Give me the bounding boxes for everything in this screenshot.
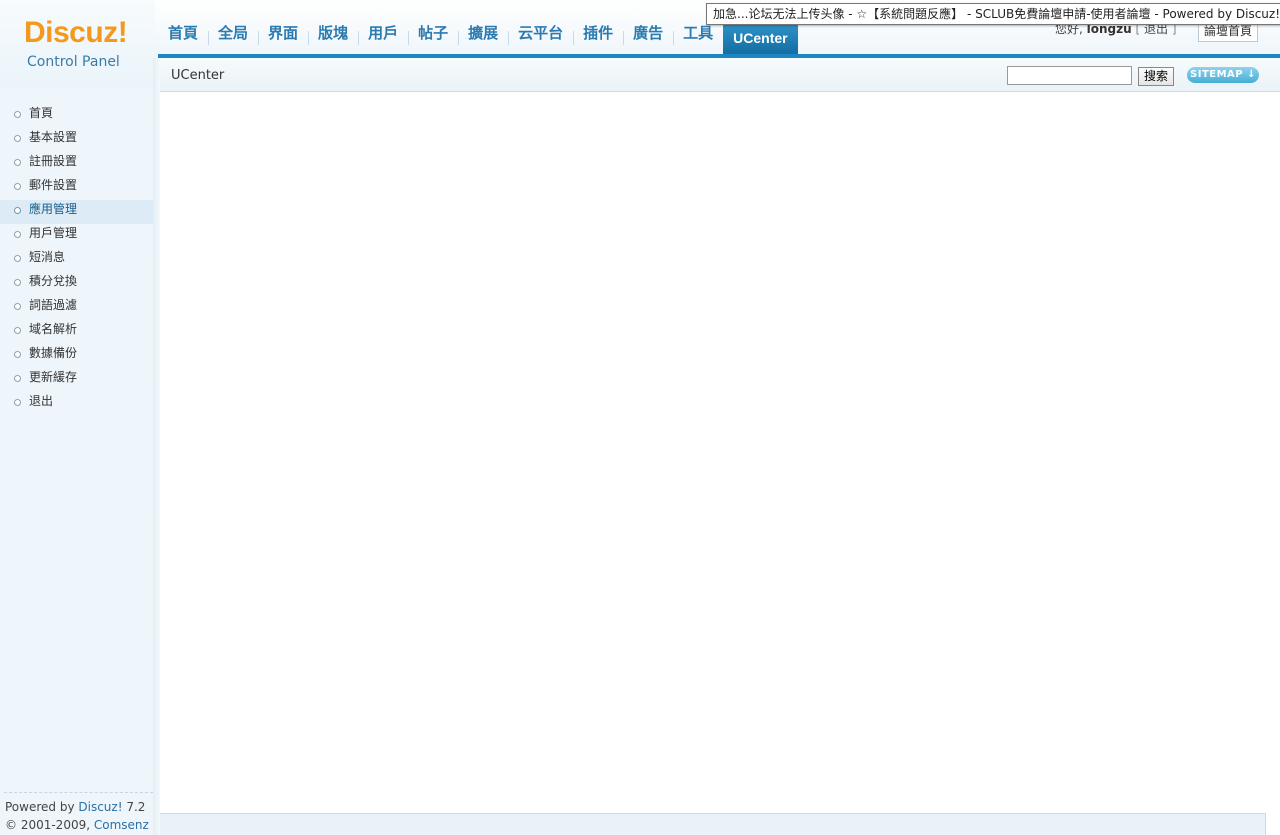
copyright-line: © 2001-2009, Comsenz Inc.	[5, 816, 153, 835]
sidebar-item-label: 詞語過濾	[29, 298, 78, 312]
bullet-icon	[14, 399, 21, 406]
bullet-icon	[14, 255, 21, 262]
sidebar-item-label: 域名解析	[29, 322, 78, 336]
sidebar-item-update-cache[interactable]: 更新緩存	[0, 368, 153, 392]
bullet-icon	[14, 303, 21, 310]
search-input[interactable]	[1007, 66, 1132, 85]
sitemap-button[interactable]: SITEMAP ↓	[1187, 67, 1259, 83]
copyright-prefix: © 2001-2009,	[5, 818, 94, 832]
bullet-icon	[14, 351, 21, 358]
powered-line: Powered by Discuz! 7.2	[5, 798, 153, 816]
sidebar-item-label: 註冊設置	[29, 154, 78, 168]
bullet-icon	[14, 111, 21, 118]
breadcrumb-bar: UCenter 搜索 SITEMAP ↓	[160, 58, 1280, 92]
sidebar-item-home[interactable]: 首頁	[0, 104, 153, 128]
tab-users[interactable]: 用戶	[358, 22, 408, 54]
sidebar-item-label: 退出	[29, 394, 54, 408]
tab-cloud-platform[interactable]: 云平台	[508, 22, 573, 54]
sidebar-item-app-management[interactable]: 應用管理	[0, 200, 153, 224]
tab-ucenter[interactable]: UCenter	[723, 22, 798, 54]
sidebar-item-label: 基本設置	[29, 130, 78, 144]
top-nav: 首頁 全局 界面 版塊 用戶 帖子 擴展 云平台 插件 廣告 工具 UCente…	[158, 22, 798, 54]
bullet-icon	[14, 279, 21, 286]
sidebar-divider	[4, 792, 153, 793]
version: 7.2	[122, 800, 146, 814]
bullet-icon	[14, 327, 21, 334]
status-bar	[160, 813, 1266, 835]
sidebar-item-domain-resolution[interactable]: 域名解析	[0, 320, 153, 344]
sidebar-item-registration-settings[interactable]: 註冊設置	[0, 152, 153, 176]
sidebar-edge	[153, 58, 160, 835]
bullet-icon	[14, 159, 21, 166]
sidebar-item-label: 更新緩存	[29, 370, 78, 384]
sidebar-item-label: 用戶管理	[29, 226, 78, 240]
sidebar-item-user-management[interactable]: 用戶管理	[0, 224, 153, 248]
tab-interface[interactable]: 界面	[258, 22, 308, 54]
tab-plugins[interactable]: 插件	[573, 22, 623, 54]
sidebar-item-label: 短消息	[29, 250, 66, 264]
logo[interactable]: Discuz! Control Panel	[0, 0, 155, 88]
bullet-icon	[14, 207, 21, 214]
sidebar-item-label: 積分兌換	[29, 274, 78, 288]
sidebar-item-label: 首頁	[29, 106, 54, 120]
bullet-icon	[14, 183, 21, 190]
sidebar-item-label: 應用管理	[29, 202, 78, 216]
logo-subtitle: Control Panel	[27, 54, 120, 70]
sidebar-item-short-messages[interactable]: 短消息	[0, 248, 153, 272]
bullet-icon	[14, 135, 21, 142]
tab-posts[interactable]: 帖子	[408, 22, 458, 54]
main-content	[160, 93, 1280, 813]
sidebar-item-data-backup[interactable]: 數據備份	[0, 344, 153, 368]
sidebar-item-label: 數據備份	[29, 346, 78, 360]
sidebar-item-mail-settings[interactable]: 郵件設置	[0, 176, 153, 200]
search-button[interactable]: 搜索	[1138, 67, 1174, 86]
tab-home[interactable]: 首頁	[158, 22, 208, 54]
bullet-icon	[14, 375, 21, 382]
sidebar-menu: 首頁 基本設置 註冊設置 郵件設置 應用管理 用戶管理 短消息 積分兌換 詞語過…	[0, 104, 153, 416]
logo-brand: Discuz!	[24, 16, 128, 49]
tab-forums[interactable]: 版塊	[308, 22, 358, 54]
sidebar-item-word-filter[interactable]: 詞語過濾	[0, 296, 153, 320]
tab-ads[interactable]: 廣告	[623, 22, 673, 54]
page-title-tooltip: 加急...论坛无法上传头像 - ☆【系統問題反應】 - SCLUB免費論壇申請-…	[706, 3, 1280, 25]
powered-prefix: Powered by	[5, 800, 79, 814]
powered-by: Powered by Discuz! 7.2 © 2001-2009, Coms…	[5, 798, 153, 835]
tab-global[interactable]: 全局	[208, 22, 258, 54]
tab-tools[interactable]: 工具	[673, 22, 723, 54]
sidebar-item-basic-settings[interactable]: 基本設置	[0, 128, 153, 152]
bullet-icon	[14, 231, 21, 238]
sidebar: 首頁 基本設置 註冊設置 郵件設置 應用管理 用戶管理 短消息 積分兌換 詞語過…	[0, 88, 153, 835]
sidebar-item-credit-exchange[interactable]: 積分兌換	[0, 272, 153, 296]
sidebar-item-logout[interactable]: 退出	[0, 392, 153, 416]
breadcrumb: UCenter	[171, 68, 225, 83]
tab-extensions[interactable]: 擴展	[458, 22, 508, 54]
discuz-link[interactable]: Discuz!	[78, 800, 122, 814]
sidebar-item-label: 郵件設置	[29, 178, 78, 192]
